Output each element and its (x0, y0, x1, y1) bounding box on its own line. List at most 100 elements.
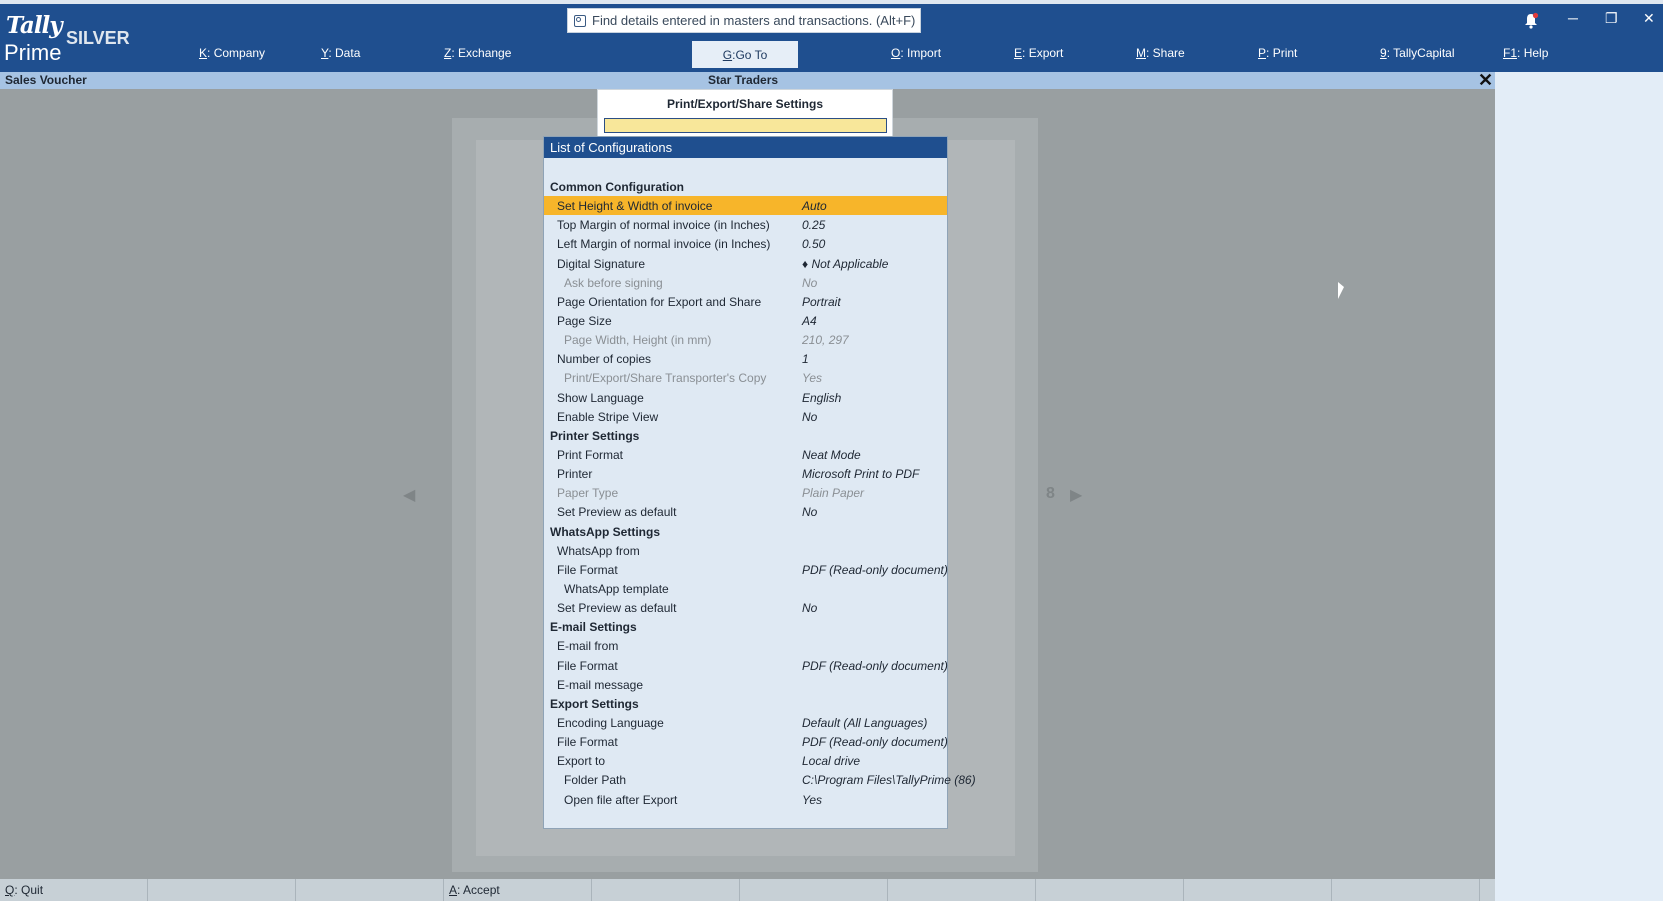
config-row[interactable]: File Format PDF (Read-only document) (544, 732, 948, 751)
config-section-header: E-mail Settings (544, 617, 947, 636)
configuration-list: List of Configurations Common Configurat… (543, 136, 976, 829)
config-label: Open file after Export (564, 792, 678, 807)
config-label: Printer (557, 467, 593, 482)
config-value: Neat Mode (802, 447, 861, 462)
menu-company[interactable]: K: Company (199, 46, 265, 60)
config-row[interactable]: Enable Stripe View No (544, 407, 947, 426)
config-label: Folder Path (564, 773, 627, 788)
config-row[interactable]: Open file after Export Yes (544, 790, 947, 809)
configuration-rows: Common Configuration Set Height & Width o… (544, 177, 976, 809)
footer-button-empty[interactable] (1332, 879, 1480, 901)
config-row[interactable]: Digital Signature ♦ Not Applicable (544, 254, 947, 273)
config-row[interactable]: Top Margin of normal invoice (in Inches)… (544, 215, 947, 234)
footer-button-empty[interactable] (1184, 879, 1332, 901)
footer-button-empty[interactable] (740, 879, 888, 901)
config-row[interactable]: WhatsApp template (544, 579, 947, 598)
config-value: ♦ Not Applicable (802, 256, 889, 271)
menu-goto[interactable]: G: Go To (692, 41, 798, 68)
config-value: PDF (Read-only document) (802, 658, 948, 673)
config-value: Yes (802, 792, 823, 807)
config-row[interactable]: Encoding Language Default (All Languages) (544, 713, 947, 732)
config-row[interactable]: Page Size A4 (544, 311, 947, 330)
config-label: Digital Signature (557, 256, 646, 271)
config-label: E-mail from (557, 639, 619, 654)
screen-title: Sales Voucher (5, 73, 87, 87)
config-value: English (802, 390, 842, 405)
logo-prime: Prime (4, 40, 62, 65)
menu-import[interactable]: O: Import (891, 46, 941, 60)
config-row[interactable]: E-mail message (544, 675, 947, 694)
config-value: PDF (Read-only document) (802, 562, 948, 577)
footer-button-empty[interactable] (296, 879, 444, 901)
config-label: WhatsApp template (564, 581, 669, 596)
footer-button-accept[interactable]: A: Accept (444, 879, 592, 901)
footer-button-empty[interactable] (592, 879, 740, 901)
config-row[interactable]: E-mail from (544, 636, 947, 655)
menu-help[interactable]: F1: Help (1503, 46, 1548, 60)
config-row[interactable]: Print/Export/Share Transporter's Copy Yes (544, 368, 947, 387)
close-icon[interactable]: ✕ (1478, 70, 1493, 91)
config-row[interactable]: Number of copies 1 (544, 349, 947, 368)
config-row[interactable]: Page Width, Height (in mm) 210, 297 (544, 330, 947, 349)
config-value: 0.25 (802, 218, 826, 233)
menu-print[interactable]: P: Print (1258, 46, 1297, 60)
mouse-cursor-icon (1338, 282, 1344, 299)
title-bar: Sales Voucher Star Traders ✕ (0, 70, 1495, 91)
config-label: Left Margin of normal invoice (in Inches… (557, 237, 771, 252)
menu-export[interactable]: E: Export (1014, 46, 1063, 60)
config-label: Set Preview as default (557, 601, 677, 616)
search-placeholder: Find details entered in masters and tran… (592, 13, 916, 28)
next-page-arrow-icon[interactable]: ▶ (1070, 485, 1082, 505)
config-row[interactable]: Export to Local drive (544, 751, 947, 770)
prev-page-arrow-icon[interactable]: ◀ (403, 485, 415, 505)
config-section-header: Printer Settings (544, 426, 947, 445)
config-value: 0.50 (802, 237, 826, 252)
config-label: Enable Stripe View (557, 409, 659, 424)
config-row[interactable]: Folder Path C:\Program Files\TallyPrime (… (544, 770, 976, 789)
config-row[interactable]: Page Orientation for Export and Share Por… (544, 292, 947, 311)
config-label: E-mail message (557, 677, 644, 692)
footer-button-quit[interactable]: Q: Quit (0, 879, 148, 901)
right-button-panel (1495, 72, 1663, 901)
footer-button-empty[interactable] (888, 879, 1036, 901)
restore-button[interactable]: ❐ (1605, 10, 1618, 27)
config-row[interactable]: Show Language English (544, 388, 947, 407)
notification-bell-icon[interactable] (1523, 12, 1539, 30)
config-value: PDF (Read-only document) (802, 735, 948, 750)
config-section-header: Export Settings (544, 694, 947, 713)
config-value: Auto (802, 199, 827, 214)
config-value: Plain Paper (802, 486, 865, 501)
config-value: A4 (802, 313, 817, 328)
config-label: E-mail Settings (550, 620, 637, 635)
search-input[interactable]: Find details entered in masters and tran… (567, 8, 921, 33)
config-row[interactable]: Left Margin of normal invoice (in Inches… (544, 234, 947, 253)
menu-data[interactable]: Y: Data (321, 46, 360, 60)
config-row[interactable]: Printer Microsoft Print to PDF (544, 464, 947, 483)
config-label: Export Settings (550, 696, 639, 711)
menu-exchange[interactable]: Z: Exchange (444, 46, 511, 60)
footer-button-empty[interactable] (148, 879, 296, 901)
config-value: No (802, 505, 818, 520)
config-row[interactable]: File Format PDF (Read-only document) (544, 560, 948, 579)
config-row[interactable]: Paper Type Plain Paper (544, 483, 947, 502)
config-label: Print/Export/Share Transporter's Copy (564, 371, 767, 386)
logo-tally: Tally (6, 12, 63, 39)
config-label: Common Configuration (550, 180, 684, 194)
config-row[interactable]: WhatsApp from (544, 541, 947, 560)
config-row[interactable]: Print Format Neat Mode (544, 445, 947, 464)
footer-button-empty[interactable] (1036, 879, 1184, 901)
close-window-button[interactable]: ✕ (1643, 10, 1655, 27)
config-label: Ask before signing (564, 275, 663, 290)
config-label: Export to (557, 754, 606, 769)
minimize-button[interactable]: ─ (1568, 10, 1578, 26)
menu-share[interactable]: M: Share (1136, 46, 1185, 60)
config-row[interactable]: Ask before signing No (544, 273, 947, 292)
settings-input[interactable] (604, 118, 887, 133)
menu-tallycapital[interactable]: 9: TallyCapital (1380, 46, 1455, 60)
config-row[interactable]: File Format PDF (Read-only document) (544, 656, 948, 675)
config-row[interactable]: Set Preview as default No (544, 598, 947, 617)
config-row[interactable]: Set Preview as default No (544, 502, 947, 521)
config-label: Set Preview as default (557, 505, 677, 520)
config-row[interactable]: Set Height & Width of invoice Auto (544, 196, 947, 216)
company-title: Star Traders (708, 73, 779, 87)
